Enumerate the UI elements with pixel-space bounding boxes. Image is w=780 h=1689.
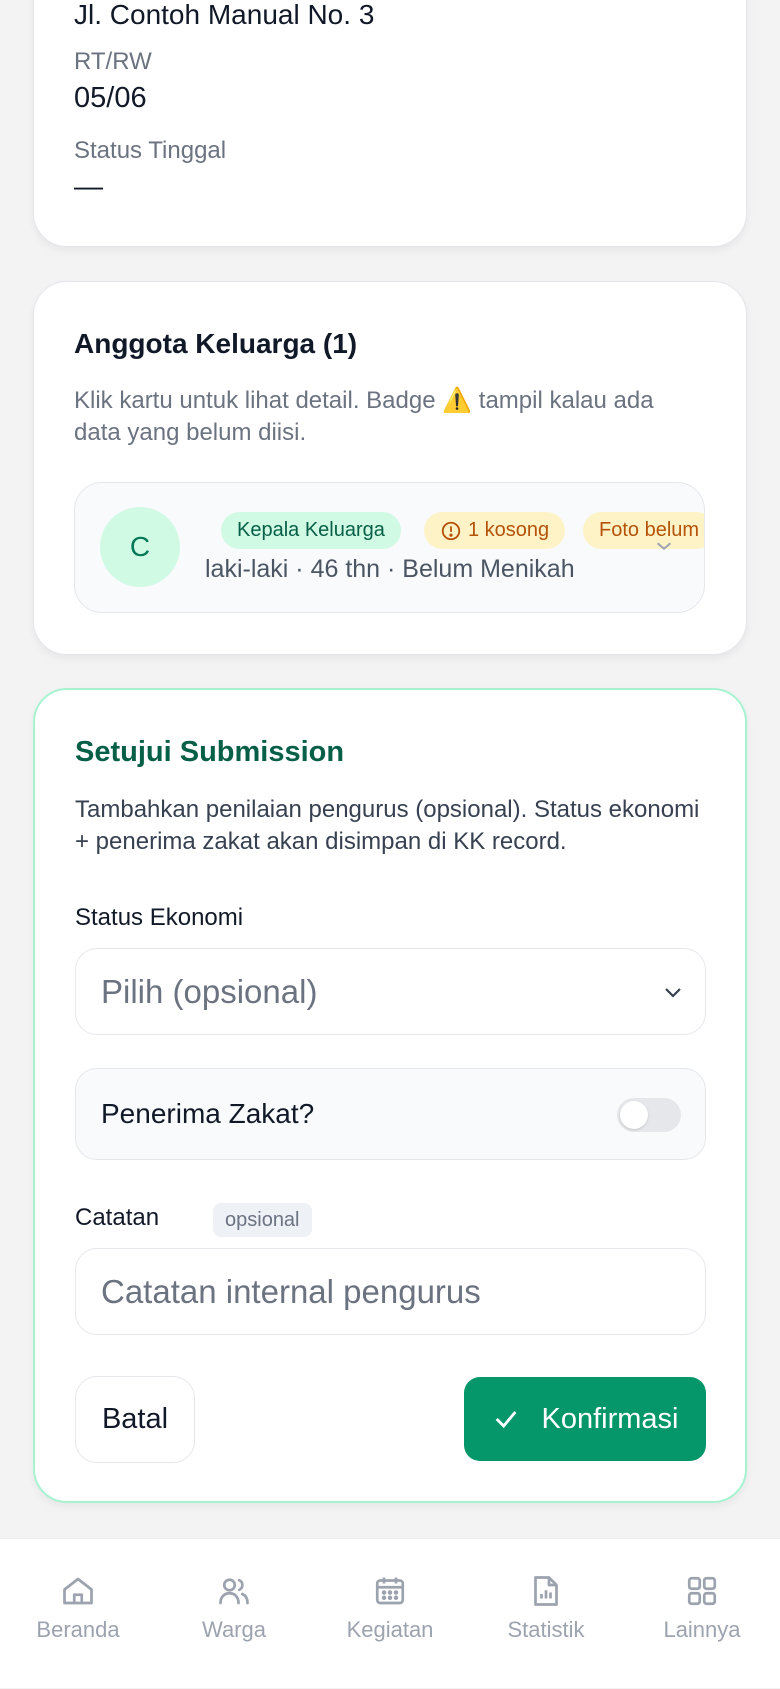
nav-label-lainnya: Lainnya: [663, 1617, 741, 1642]
cancel-button[interactable]: Batal: [75, 1376, 195, 1463]
nav-item-warga[interactable]: Warga: [156, 1539, 312, 1689]
avatar: C: [100, 507, 180, 587]
chevron-down-icon: [665, 988, 681, 998]
family-members-description: Klik kartu untuk lihat detail. Badge ⚠️ …: [74, 385, 704, 449]
nav-label-warga: Warga: [202, 1617, 266, 1642]
description-text: Klik kartu untuk lihat detail. Badge: [74, 387, 443, 414]
optional-chip: opsional: [213, 1203, 312, 1237]
confirm-label: Konfirmasi: [541, 1402, 679, 1435]
empty-fields-badge: 1 kosong: [424, 512, 566, 549]
bottom-nav: Beranda Warga Kegiatan Statistik Lainnya: [0, 1538, 780, 1688]
toggle-knob: [620, 1101, 648, 1129]
nav-label-beranda: Beranda: [36, 1617, 120, 1642]
calendar-icon: [375, 1577, 405, 1605]
approve-description: Tambahkan penilaian pengurus (opsional).…: [75, 796, 700, 855]
zakat-toggle-row[interactable]: Penerima Zakat?: [75, 1068, 706, 1160]
zakat-label: Penerima Zakat?: [101, 1098, 315, 1129]
chevron-down-icon[interactable]: [653, 535, 675, 557]
rtrw-value: 05/06: [74, 82, 147, 114]
address-card: Jl. Contoh Manual No. 3 RT/RW 05/06 Stat…: [33, 0, 747, 247]
econ-status-select[interactable]: Pilih (opsional): [75, 948, 706, 1035]
notes-placeholder: Catatan internal pengurus: [101, 1273, 481, 1310]
family-members-title: Anggota Keluarga (1): [74, 328, 358, 359]
home-icon: [63, 1577, 93, 1605]
member-card[interactable]: C Kepala Keluarga 1 kosong Foto belum la…: [74, 482, 705, 613]
confirm-button[interactable]: Konfirmasi: [464, 1377, 706, 1461]
photo-badge: Foto belum: [583, 512, 704, 549]
rtrw-label: RT/RW: [74, 48, 152, 75]
empty-fields-label: 1 kosong: [468, 519, 550, 541]
status-tinggal-label: Status Tinggal: [74, 137, 227, 164]
econ-status-placeholder: Pilih (opsional): [101, 973, 318, 1010]
check-icon: [495, 1411, 516, 1429]
users-icon: [219, 1578, 249, 1605]
alert-circle-icon: [441, 521, 461, 540]
approve-title: Setujui Submission: [75, 736, 345, 768]
status-tinggal-value: —: [74, 171, 103, 203]
approve-submission-card: Setujui Submission Tambahkan penilaian p…: [33, 688, 747, 1503]
role-badge: Kepala Keluarga: [221, 512, 401, 549]
family-members-card: Anggota Keluarga (1) Klik kartu untuk li…: [33, 281, 747, 655]
nav-item-statistik[interactable]: Statistik: [468, 1539, 624, 1689]
warning-icon: ⚠️: [442, 387, 473, 414]
address-street: Jl. Contoh Manual No. 3: [74, 0, 375, 30]
econ-status-label: Status Ekonomi: [75, 904, 244, 931]
grid-icon: [687, 1576, 717, 1606]
report-icon: [534, 1576, 558, 1606]
cancel-label: Batal: [101, 1403, 169, 1435]
nav-item-kegiatan[interactable]: Kegiatan: [312, 1539, 468, 1689]
nav-label-statistik: Statistik: [507, 1617, 585, 1642]
zakat-toggle[interactable]: [617, 1098, 681, 1132]
nav-label-kegiatan: Kegiatan: [346, 1617, 434, 1642]
notes-input[interactable]: Catatan internal pengurus: [75, 1248, 706, 1335]
notes-label: Catatan: [75, 1204, 160, 1231]
nav-item-lainnya[interactable]: Lainnya: [624, 1539, 780, 1689]
nav-item-beranda[interactable]: Beranda: [0, 1539, 156, 1689]
member-meta: laki-laki · 46 thn · Belum Menikah: [205, 555, 575, 583]
